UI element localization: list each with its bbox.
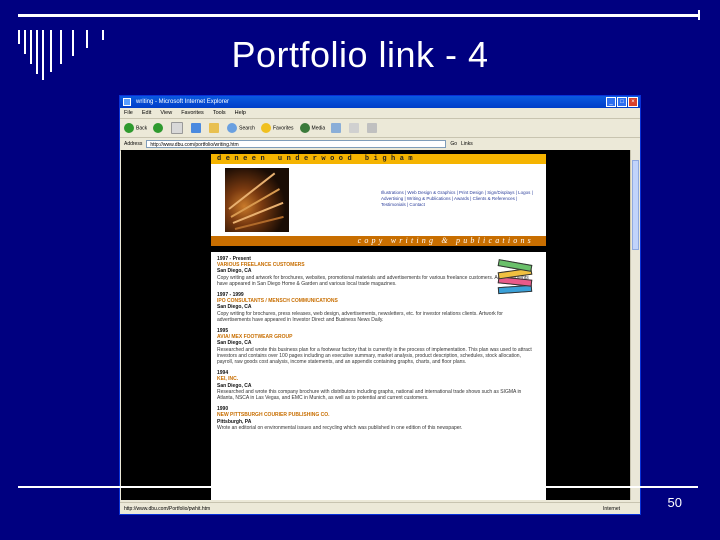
section-tagline: copy writing & publications xyxy=(211,236,546,246)
browser-window: writing - Microsoft Internet Explorer _ … xyxy=(119,95,641,515)
search-icon xyxy=(227,123,238,133)
search-button-label: Search xyxy=(239,125,255,132)
media-button[interactable]: Media xyxy=(299,123,326,133)
menu-edit[interactable]: Edit xyxy=(142,108,151,118)
entry-description: Researched and wrote this company brochu… xyxy=(217,388,522,402)
status-text: http://www.dbu.com/Portfolio/pwhit.htm xyxy=(124,506,211,512)
print-icon[interactable] xyxy=(367,123,378,133)
history-icon[interactable] xyxy=(331,123,342,133)
slide-bottom-rule xyxy=(18,486,698,488)
hero-section: Illustrations | Web Design & Graphics | … xyxy=(211,164,546,236)
media-icon xyxy=(299,123,310,133)
resume-entry: 1995 AVIA/ MEX FOOTWEAR GROUP San Diego,… xyxy=(217,328,535,365)
refresh-icon[interactable] xyxy=(191,123,202,133)
menu-help[interactable]: Help xyxy=(235,108,246,118)
favorites-button[interactable]: Favorites xyxy=(260,123,294,133)
scrollbar-thumb[interactable] xyxy=(632,160,639,250)
media-button-label: Media xyxy=(311,125,326,132)
links-label[interactable]: Links xyxy=(461,141,473,147)
stop-icon[interactable] xyxy=(171,122,184,134)
browser-viewport: deneen underwood bigham Illustrations | … xyxy=(121,150,631,500)
browser-titlebar: writing - Microsoft Internet Explorer _ … xyxy=(120,96,640,108)
forward-arrow-icon[interactable] xyxy=(153,123,164,133)
site-brand-band: deneen underwood bigham xyxy=(211,154,546,164)
home-icon[interactable] xyxy=(209,123,220,133)
minimize-button[interactable]: _ xyxy=(606,97,616,107)
favorites-button-label: Favorites xyxy=(272,125,294,132)
menu-tools[interactable]: Tools xyxy=(213,108,226,118)
resume-entry: 1994 KEI, INC. San Diego, CA Researched … xyxy=(217,370,535,401)
internet-explorer-icon xyxy=(123,98,131,106)
browser-toolbar: Back Search Favorites Media xyxy=(120,119,640,138)
resume-entry: 1997 - Present VARIOUS FREELANCE CUSTOME… xyxy=(217,256,535,287)
address-input[interactable]: http://www.dbu.com/portfolio/writing.htm xyxy=(146,140,447,148)
slide-top-rule xyxy=(18,14,700,17)
maximize-button[interactable]: □ xyxy=(617,97,627,107)
star-icon xyxy=(260,123,271,133)
menu-view[interactable]: View xyxy=(160,108,172,118)
back-button-label: Back xyxy=(136,125,148,132)
address-label: Address xyxy=(124,141,143,147)
pencils-image xyxy=(225,168,289,232)
menu-favorites[interactable]: Favorites xyxy=(181,108,204,118)
mail-icon[interactable] xyxy=(349,123,360,133)
entry-description: Copy writing for brochures, press releas… xyxy=(217,310,503,323)
slide-corner-tick xyxy=(698,10,700,20)
resume-entry: 1997 - 1999 IPO CONSULTANTS / MENSCH COM… xyxy=(217,292,535,323)
vertical-scrollbar[interactable] xyxy=(630,150,640,500)
status-bar: http://www.dbu.com/Portfolio/pwhit.htm I… xyxy=(120,502,640,514)
search-button[interactable]: Search xyxy=(227,123,255,133)
slide-number: 50 xyxy=(667,495,682,510)
menu-bar: File Edit View Favorites Tools Help xyxy=(120,108,640,119)
entry-description: Copy writing and artwork for brochures, … xyxy=(217,274,529,287)
resume-content: 1997 - Present VARIOUS FREELANCE CUSTOME… xyxy=(211,252,546,500)
window-title: writing - Microsoft Internet Explorer xyxy=(136,99,230,105)
books-clipart xyxy=(497,256,538,300)
back-arrow-icon xyxy=(124,123,134,133)
slide-title: Portfolio link - 4 xyxy=(231,34,489,75)
web-page: deneen underwood bigham Illustrations | … xyxy=(211,154,546,500)
close-button[interactable]: × xyxy=(628,97,638,107)
window-controls: _ □ × xyxy=(606,97,638,107)
entry-description: Wrote an editorial on environmental issu… xyxy=(217,424,463,431)
resume-entry: 1990 NEW PITTSBURGH COURIER PUBLISHING C… xyxy=(217,406,535,431)
back-button[interactable]: Back xyxy=(124,123,147,133)
go-button[interactable]: Go xyxy=(450,141,457,147)
status-zone: Internet xyxy=(603,506,620,512)
site-navigation-links[interactable]: Illustrations | Web Design & Graphics | … xyxy=(381,190,541,208)
entry-description: Researched and wrote this business plan … xyxy=(217,346,532,366)
menu-file[interactable]: File xyxy=(124,108,133,118)
